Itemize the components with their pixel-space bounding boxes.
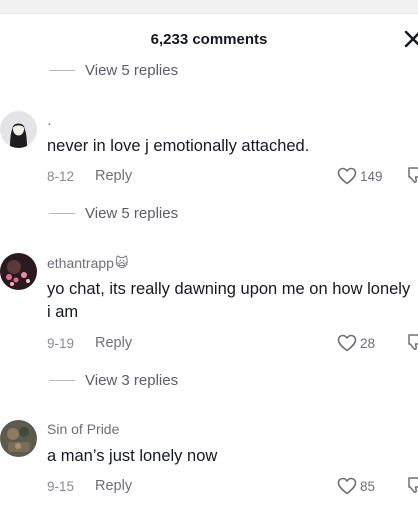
comment-text: a man’s just lonely now	[47, 447, 218, 465]
comments-count-title: 6,233 comments	[150, 31, 268, 48]
view-replies-button[interactable]: View 3 replies	[49, 370, 178, 390]
avatar[interactable]	[0, 111, 37, 148]
comment-date: 9-19	[47, 336, 75, 351]
like-count: 28	[360, 335, 376, 351]
reply-button[interactable]: Reply	[95, 335, 132, 351]
like-count: 149	[360, 168, 383, 184]
reply-divider-line	[49, 69, 75, 71]
view-replies-button[interactable]: View 5 replies	[49, 203, 178, 223]
heart-icon	[337, 167, 357, 185]
view-replies-label: View 5 replies	[85, 204, 179, 222]
view-replies-label: View 3 replies	[85, 371, 179, 389]
like-button[interactable]: 85	[337, 476, 375, 496]
comment-text: yo chat, its really dawning upon me on h…	[47, 280, 411, 321]
dislike-icon[interactable]	[406, 333, 418, 353]
top-divider	[0, 0, 418, 14]
dislike-icon[interactable]	[406, 166, 418, 186]
like-button[interactable]: 149	[337, 166, 383, 186]
avatar[interactable]	[0, 253, 37, 290]
reply-button[interactable]: Reply	[95, 478, 132, 494]
view-replies-button[interactable]: View 5 replies	[49, 60, 178, 80]
heart-icon	[337, 334, 357, 352]
comment-text: never in love j emotionally attached.	[47, 137, 310, 155]
reply-button[interactable]: Reply	[95, 168, 132, 184]
comment-username[interactable]: ethantrapp 🙀	[47, 255, 129, 271]
comment-username[interactable]: ·	[47, 115, 52, 131]
username-label: ethantrapp	[47, 255, 114, 271]
dislike-icon[interactable]	[406, 476, 418, 496]
avatar[interactable]	[0, 420, 37, 457]
like-button[interactable]: 28	[337, 333, 375, 353]
username-badge: 🙀	[114, 255, 129, 270]
comment-date: 9-15	[47, 479, 75, 494]
reply-divider-line	[49, 379, 75, 381]
comment-date: 8-12	[47, 169, 75, 184]
close-icon[interactable]	[404, 30, 418, 48]
view-replies-label: View 5 replies	[85, 61, 179, 79]
comment-username[interactable]: Sin of Pride	[47, 421, 119, 437]
reply-divider-line	[49, 212, 75, 214]
like-count: 85	[360, 478, 376, 494]
heart-icon	[337, 477, 357, 495]
